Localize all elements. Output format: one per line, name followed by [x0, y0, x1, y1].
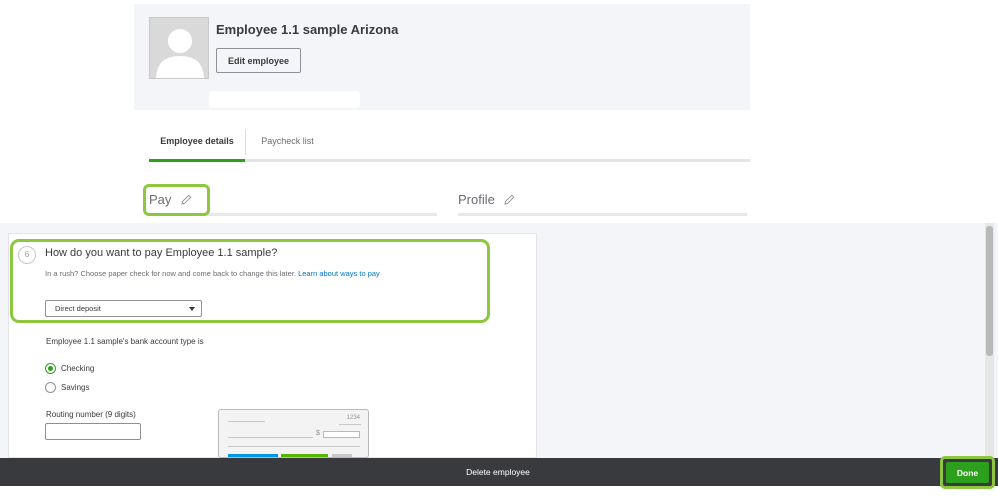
avatar-placeholder-icon [149, 17, 209, 79]
check-number: 1234 [346, 415, 360, 421]
tab-divider [245, 129, 246, 155]
profile-section-heading[interactable]: Profile [458, 192, 515, 208]
radio-checking[interactable]: Checking [45, 363, 94, 374]
check-line [228, 437, 313, 438]
check-line [339, 424, 361, 425]
profile-section-rule [458, 213, 747, 216]
edit-employee-button[interactable]: Edit employee [216, 48, 301, 73]
routing-number-label: Routing number (9 digits) [46, 410, 136, 419]
radio-checking-label: Checking [61, 364, 95, 373]
check-line [228, 446, 360, 447]
routing-number-input[interactable] [45, 423, 141, 440]
radio-savings-label: Savings [61, 383, 90, 392]
header-info-strip [209, 91, 360, 108]
employee-name: Employee 1.1 sample Arizona [216, 22, 399, 37]
done-button[interactable]: Done [946, 462, 989, 483]
check-preview-image: 1234 $ [218, 409, 369, 458]
radio-savings-button[interactable] [45, 382, 56, 393]
pay-highlight-outline [143, 184, 210, 216]
check-line [228, 421, 265, 422]
pencil-icon[interactable] [504, 193, 515, 208]
employee-page: Employee 1.1 sample Arizona Edit employe… [0, 0, 998, 500]
employee-tabs: Employee details Paycheck list [149, 127, 750, 162]
tab-paycheck-list[interactable]: Paycheck list [249, 127, 326, 160]
tab-employee-details[interactable]: Employee details [149, 127, 245, 162]
delete-employee-button[interactable]: Delete employee [420, 463, 576, 481]
payment-question-highlight [10, 239, 490, 323]
scrollbar-thumb[interactable] [986, 226, 993, 356]
profile-section-label: Profile [458, 192, 495, 207]
account-type-label: Employee 1.1 sample's bank account type … [46, 337, 204, 346]
radio-checking-button[interactable] [45, 363, 56, 374]
check-currency-sign: $ [316, 430, 320, 437]
employee-header-card: Employee 1.1 sample Arizona Edit employe… [134, 4, 750, 110]
check-amount-box [323, 431, 360, 438]
radio-savings[interactable]: Savings [45, 382, 89, 393]
